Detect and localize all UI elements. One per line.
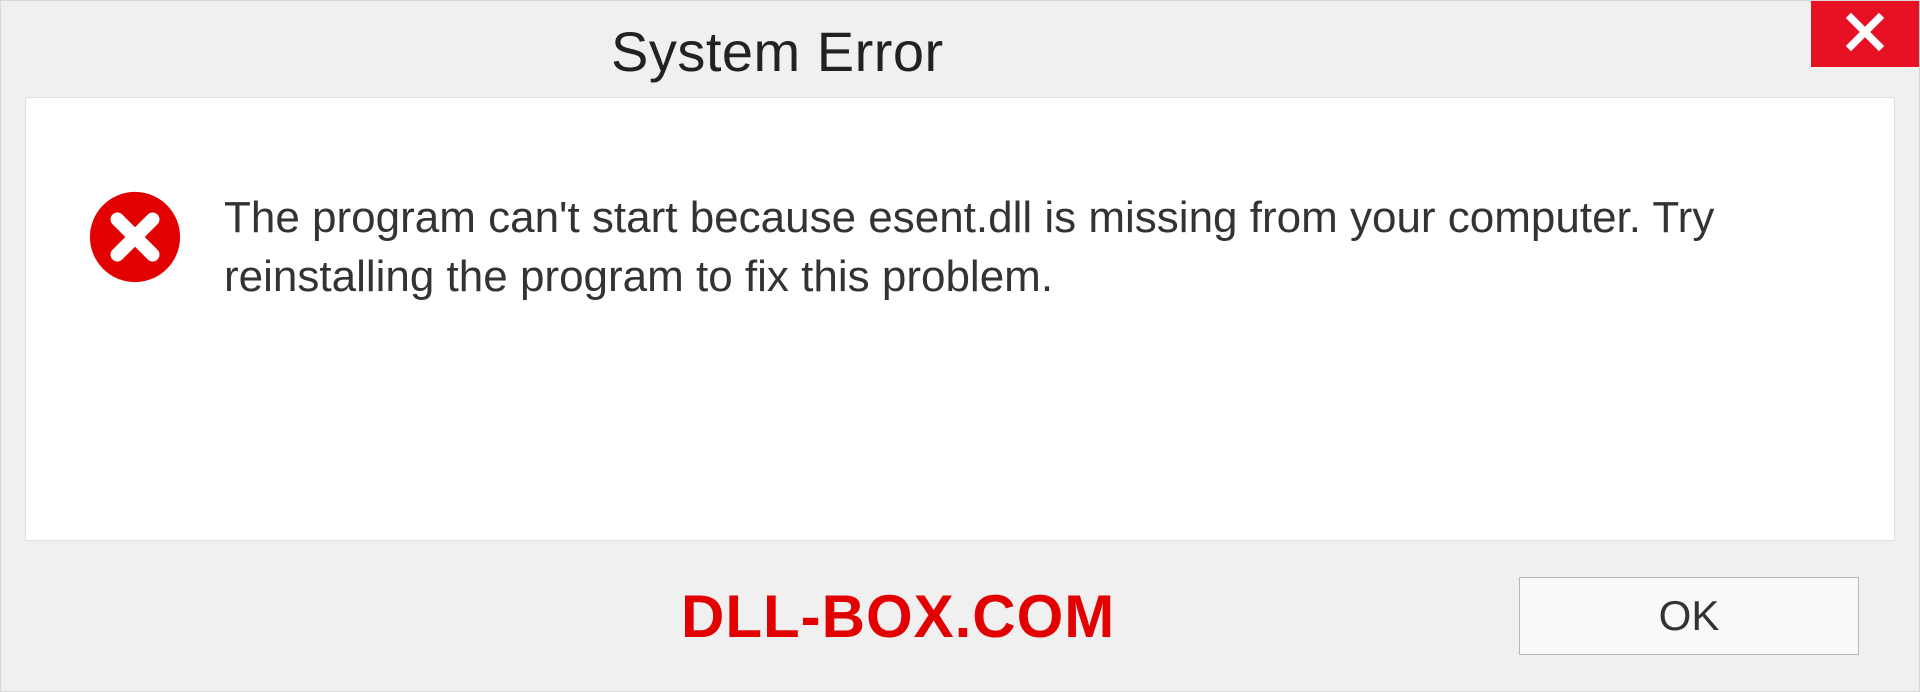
watermark-text: DLL-BOX.COM [681, 582, 1115, 651]
content-panel: The program can't start because esent.dl… [25, 97, 1895, 541]
close-button[interactable] [1811, 1, 1919, 67]
titlebar: System Error [1, 1, 1919, 97]
error-icon [86, 188, 184, 286]
error-dialog: System Error The program can't start bec… [0, 0, 1920, 692]
dialog-title: System Error [611, 19, 944, 84]
dialog-footer: DLL-BOX.COM OK [1, 541, 1919, 691]
error-message: The program can't start because esent.dl… [224, 188, 1784, 307]
close-icon [1844, 11, 1886, 58]
ok-button[interactable]: OK [1519, 577, 1859, 655]
